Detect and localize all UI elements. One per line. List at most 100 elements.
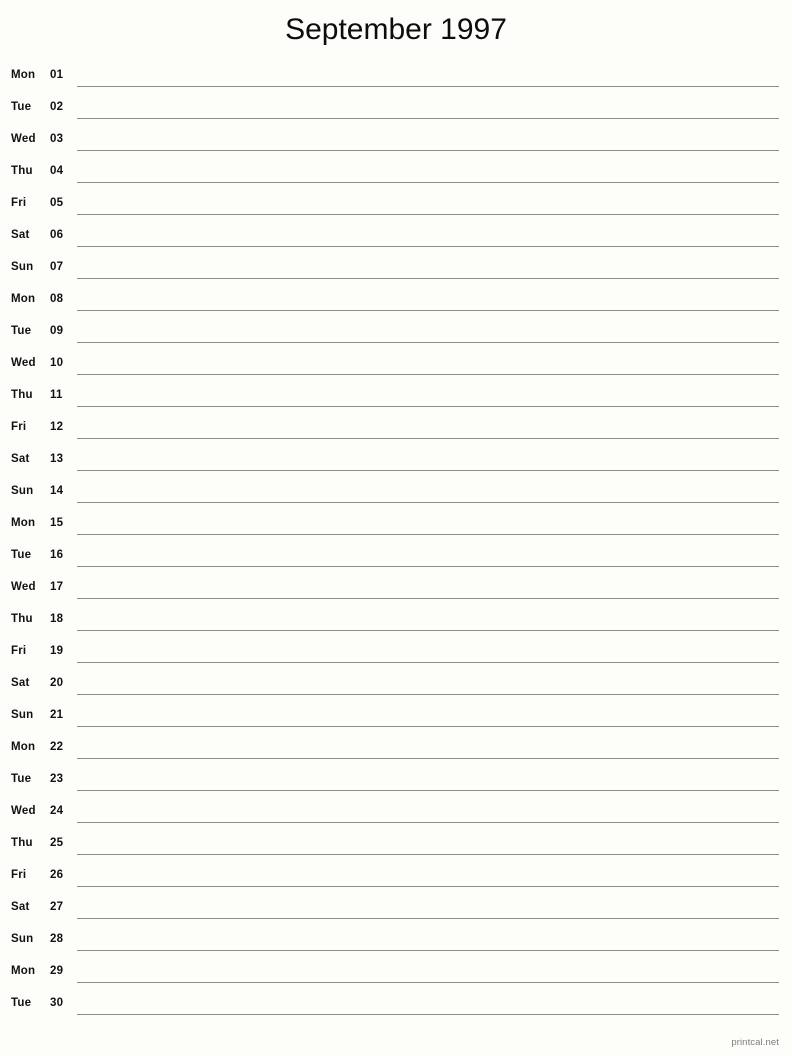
writing-line[interactable] xyxy=(77,150,779,151)
calendar-day-row[interactable]: Wed 03 xyxy=(0,126,792,158)
calendar-day-list: Mon 01 Tue 02 Wed 03 Thu 04 Fri 05 Sat 06 Sun 07 Mon 08… xyxy=(0,62,792,1022)
writing-line[interactable] xyxy=(77,598,779,599)
day-number: 23 xyxy=(50,773,64,785)
calendar-day-row[interactable]: Fri 26 xyxy=(0,862,792,894)
weekday-label: Wed xyxy=(11,581,36,593)
calendar-day-row[interactable]: Mon 15 xyxy=(0,510,792,542)
weekday-label: Fri xyxy=(11,869,27,881)
calendar-day-row[interactable]: Thu 25 xyxy=(0,830,792,862)
writing-line[interactable] xyxy=(77,374,779,375)
day-number: 18 xyxy=(50,613,64,625)
calendar-day-row[interactable]: Sat 20 xyxy=(0,670,792,702)
calendar-day-row[interactable]: Thu 18 xyxy=(0,606,792,638)
writing-line[interactable] xyxy=(77,278,779,279)
day-number: 14 xyxy=(50,485,64,497)
day-number: 07 xyxy=(50,261,64,273)
writing-line[interactable] xyxy=(77,950,779,951)
day-number: 29 xyxy=(50,965,64,977)
writing-line[interactable] xyxy=(77,310,779,311)
weekday-label: Sun xyxy=(11,485,34,497)
writing-line[interactable] xyxy=(77,214,779,215)
day-number: 28 xyxy=(50,933,64,945)
calendar-day-row[interactable]: Wed 24 xyxy=(0,798,792,830)
day-number: 21 xyxy=(50,709,64,721)
calendar-day-row[interactable]: Wed 10 xyxy=(0,350,792,382)
weekday-label: Tue xyxy=(11,773,32,785)
writing-line[interactable] xyxy=(77,886,779,887)
calendar-day-row[interactable]: Tue 23 xyxy=(0,766,792,798)
day-number: 30 xyxy=(50,997,64,1009)
calendar-day-row[interactable]: Mon 22 xyxy=(0,734,792,766)
day-number: 09 xyxy=(50,325,64,337)
day-number: 12 xyxy=(50,421,64,433)
writing-line[interactable] xyxy=(77,822,779,823)
writing-line[interactable] xyxy=(77,1014,779,1015)
day-number: 20 xyxy=(50,677,64,689)
calendar-day-row[interactable]: Sat 27 xyxy=(0,894,792,926)
calendar-day-row[interactable]: Thu 04 xyxy=(0,158,792,190)
writing-line[interactable] xyxy=(77,342,779,343)
day-number: 04 xyxy=(50,165,64,177)
day-number: 25 xyxy=(50,837,64,849)
day-number: 17 xyxy=(50,581,64,593)
writing-line[interactable] xyxy=(77,790,779,791)
calendar-day-row[interactable]: Sat 06 xyxy=(0,222,792,254)
writing-line[interactable] xyxy=(77,86,779,87)
calendar-day-row[interactable]: Sat 13 xyxy=(0,446,792,478)
writing-line[interactable] xyxy=(77,982,779,983)
writing-line[interactable] xyxy=(77,726,779,727)
calendar-day-row[interactable]: Tue 16 xyxy=(0,542,792,574)
day-number: 27 xyxy=(50,901,64,913)
calendar-day-row[interactable]: Tue 02 xyxy=(0,94,792,126)
day-number: 03 xyxy=(50,133,64,145)
calendar-day-row[interactable]: Mon 01 xyxy=(0,62,792,94)
calendar-day-row[interactable]: Sun 28 xyxy=(0,926,792,958)
writing-line[interactable] xyxy=(77,630,779,631)
writing-line[interactable] xyxy=(77,438,779,439)
writing-line[interactable] xyxy=(77,502,779,503)
weekday-label: Tue xyxy=(11,101,32,113)
calendar-page: September 1997 Mon 01 Tue 02 Wed 03 Thu 04 Fri 05… xyxy=(0,0,792,1056)
weekday-label: Thu xyxy=(11,165,33,177)
day-number: 05 xyxy=(50,197,64,209)
writing-line[interactable] xyxy=(77,918,779,919)
writing-line[interactable] xyxy=(77,854,779,855)
calendar-day-row[interactable]: Tue 30 xyxy=(0,990,792,1022)
calendar-day-row[interactable]: Wed 17 xyxy=(0,574,792,606)
day-number: 01 xyxy=(50,69,64,81)
weekday-label: Thu xyxy=(11,837,33,849)
calendar-day-row[interactable]: Sun 21 xyxy=(0,702,792,734)
day-number: 02 xyxy=(50,101,64,113)
writing-line[interactable] xyxy=(77,662,779,663)
calendar-day-row[interactable]: Mon 29 xyxy=(0,958,792,990)
calendar-day-row[interactable]: Sun 07 xyxy=(0,254,792,286)
calendar-day-row[interactable]: Tue 09 xyxy=(0,318,792,350)
weekday-label: Sat xyxy=(11,901,30,913)
calendar-day-row[interactable]: Fri 05 xyxy=(0,190,792,222)
day-number: 13 xyxy=(50,453,64,465)
writing-line[interactable] xyxy=(77,758,779,759)
writing-line[interactable] xyxy=(77,534,779,535)
calendar-day-row[interactable]: Sun 14 xyxy=(0,478,792,510)
day-number: 19 xyxy=(50,645,64,657)
weekday-label: Sat xyxy=(11,229,30,241)
weekday-label: Thu xyxy=(11,389,33,401)
writing-line[interactable] xyxy=(77,566,779,567)
calendar-day-row[interactable]: Mon 08 xyxy=(0,286,792,318)
writing-line[interactable] xyxy=(77,694,779,695)
weekday-label: Mon xyxy=(11,965,36,977)
writing-line[interactable] xyxy=(77,470,779,471)
weekday-label: Sat xyxy=(11,677,30,689)
calendar-day-row[interactable]: Fri 12 xyxy=(0,414,792,446)
day-number: 16 xyxy=(50,549,64,561)
weekday-label: Sat xyxy=(11,453,30,465)
weekday-label: Thu xyxy=(11,613,33,625)
writing-line[interactable] xyxy=(77,118,779,119)
weekday-label: Fri xyxy=(11,421,27,433)
writing-line[interactable] xyxy=(77,182,779,183)
day-number: 15 xyxy=(50,517,64,529)
writing-line[interactable] xyxy=(77,406,779,407)
calendar-day-row[interactable]: Thu 11 xyxy=(0,382,792,414)
writing-line[interactable] xyxy=(77,246,779,247)
calendar-day-row[interactable]: Fri 19 xyxy=(0,638,792,670)
